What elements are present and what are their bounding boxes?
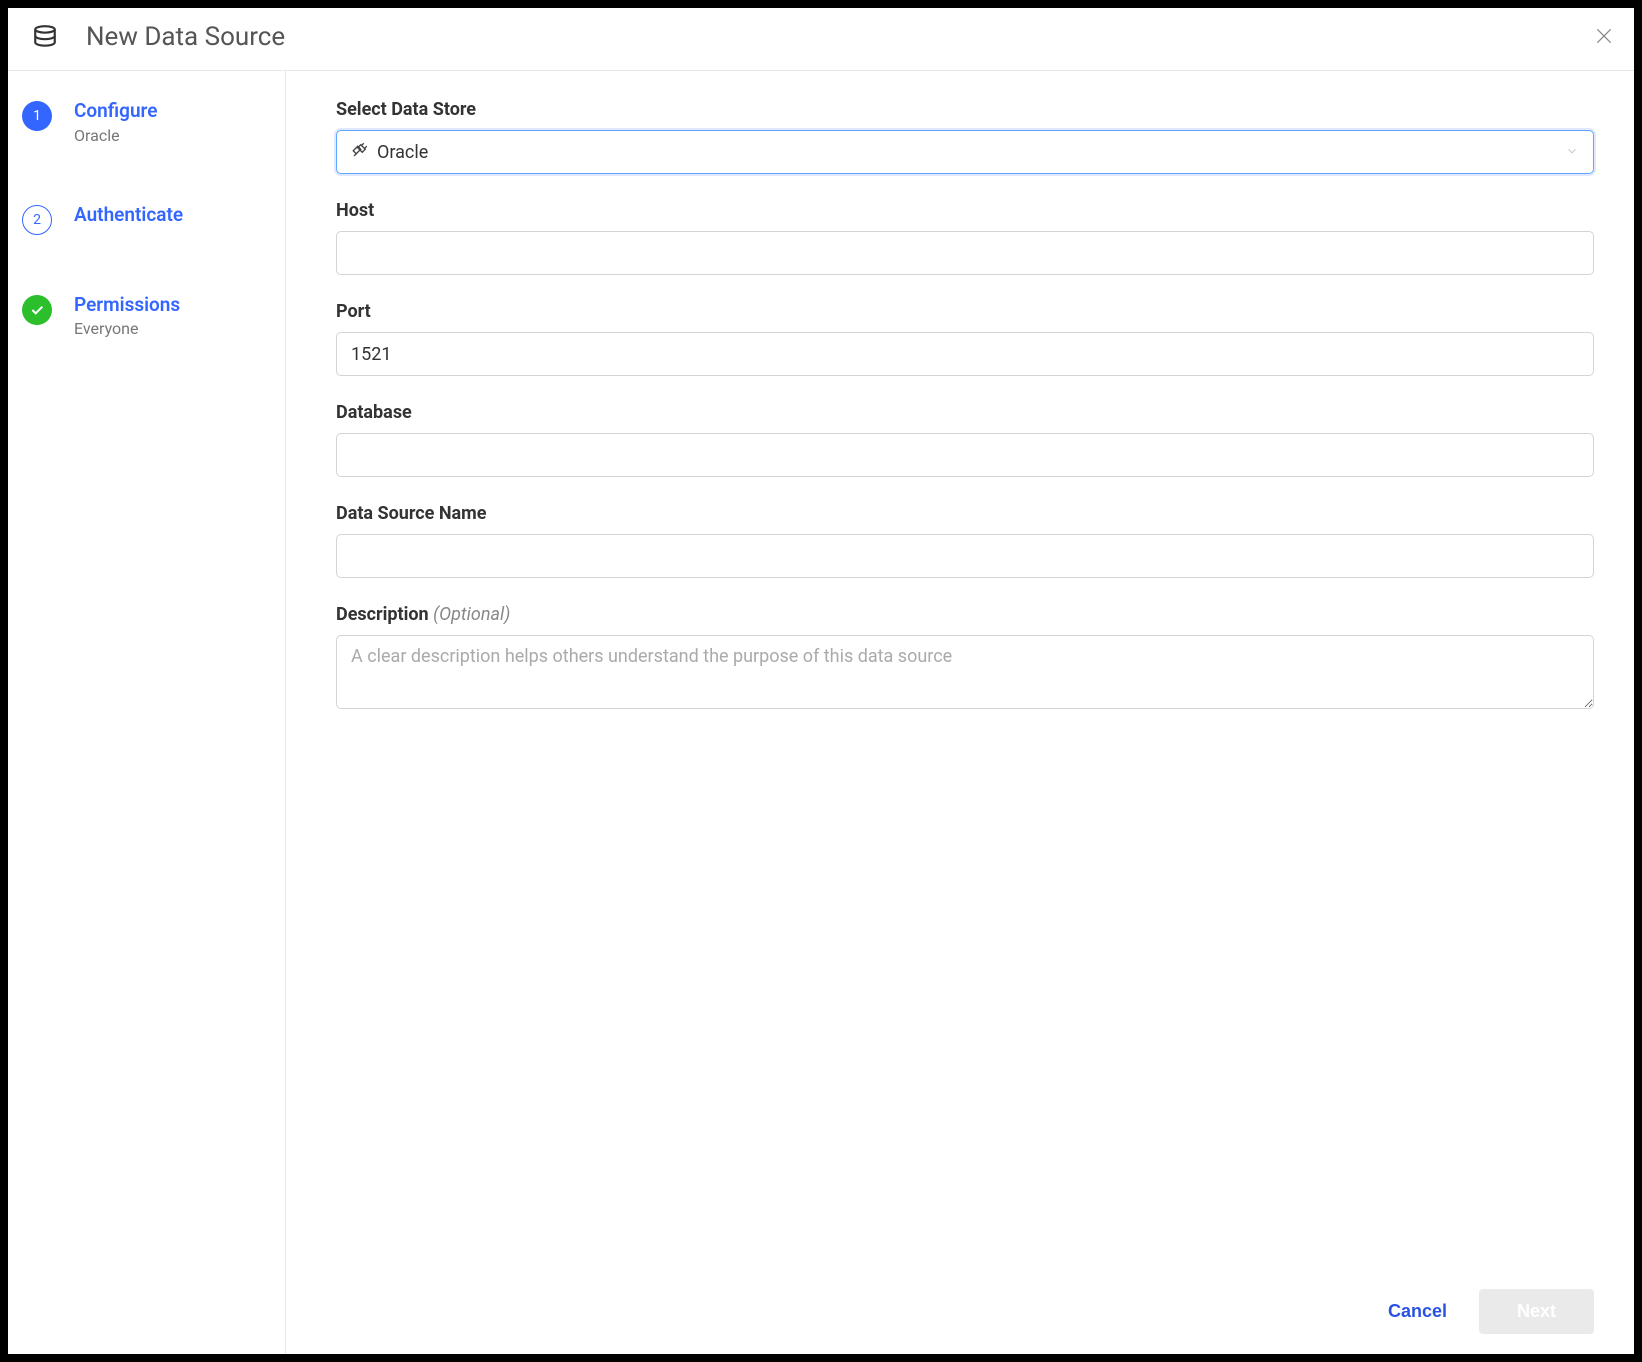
step-text: Configure Oracle	[74, 99, 157, 145]
step-badge-2: 2	[22, 205, 52, 235]
dialog-title: New Data Source	[86, 22, 285, 52]
label-description-text: Description	[336, 604, 429, 625]
steps-sidebar: 1 Configure Oracle 2 Authenticate Permis…	[8, 71, 286, 1354]
field-description: Description (Optional)	[336, 604, 1594, 713]
description-textarea[interactable]	[336, 635, 1594, 709]
database-icon	[32, 24, 58, 50]
field-database: Database	[336, 402, 1594, 477]
step-text: Permissions Everyone	[74, 293, 180, 339]
form-panel: Select Data Store Oracle	[286, 71, 1634, 1354]
step-label: Authenticate	[74, 203, 183, 228]
configure-form: Select Data Store Oracle	[336, 99, 1594, 1269]
dialog-body: 1 Configure Oracle 2 Authenticate Permis…	[8, 71, 1634, 1354]
step-permissions[interactable]: Permissions Everyone	[22, 293, 271, 339]
label-select-data-store: Select Data Store	[336, 99, 1594, 120]
step-authenticate[interactable]: 2 Authenticate	[22, 203, 271, 235]
dialog-new-data-source: New Data Source 1 Configure Oracle 2 Aut…	[8, 8, 1634, 1354]
label-port: Port	[336, 301, 1594, 322]
step-label: Configure	[74, 99, 157, 124]
chevron-down-icon	[1565, 143, 1579, 162]
step-badge-1: 1	[22, 101, 52, 131]
plug-icon	[351, 141, 369, 163]
next-button[interactable]: Next	[1479, 1289, 1594, 1334]
dialog-footer: Cancel Next	[336, 1269, 1594, 1334]
data-store-value: Oracle	[377, 142, 428, 163]
field-data-source-name: Data Source Name	[336, 503, 1594, 578]
data-source-name-input[interactable]	[336, 534, 1594, 578]
host-input[interactable]	[336, 231, 1594, 275]
port-input[interactable]	[336, 332, 1594, 376]
cancel-button[interactable]: Cancel	[1376, 1291, 1459, 1332]
step-text: Authenticate	[74, 203, 183, 228]
close-icon[interactable]	[1594, 26, 1614, 50]
data-store-select[interactable]: Oracle	[336, 130, 1594, 174]
label-description: Description (Optional)	[336, 604, 1594, 625]
field-select-data-store: Select Data Store Oracle	[336, 99, 1594, 174]
step-badge-check	[22, 295, 52, 325]
step-configure[interactable]: 1 Configure Oracle	[22, 99, 271, 145]
dialog-header: New Data Source	[8, 8, 1634, 71]
field-host: Host	[336, 200, 1594, 275]
label-data-source-name: Data Source Name	[336, 503, 1594, 524]
step-sublabel: Oracle	[74, 126, 157, 145]
label-optional: (Optional)	[433, 604, 510, 625]
label-database: Database	[336, 402, 1594, 423]
label-host: Host	[336, 200, 1594, 221]
database-input[interactable]	[336, 433, 1594, 477]
step-label: Permissions	[74, 293, 180, 318]
step-sublabel: Everyone	[74, 319, 180, 338]
field-port: Port	[336, 301, 1594, 376]
